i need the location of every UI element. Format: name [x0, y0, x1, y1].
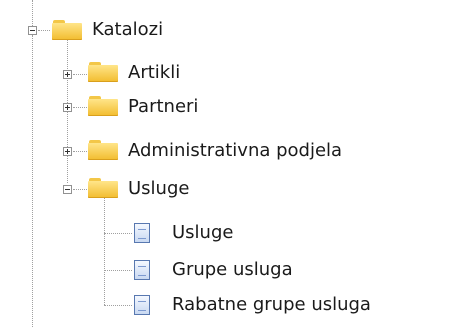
folder-icon — [52, 20, 82, 40]
tree-connector-h — [104, 305, 132, 306]
tree-node-label: Rabatne grupe usluga — [172, 294, 371, 315]
tree-connector-h — [73, 107, 87, 108]
collapse-toggle-icon[interactable] — [63, 185, 72, 194]
tree-node-label: Artikli — [128, 62, 181, 83]
tree-node-label: Katalozi — [92, 19, 164, 40]
tree-connector-h — [73, 189, 87, 190]
tree-connector-h — [104, 233, 132, 234]
tree-node-label: Grupe usluga — [172, 259, 293, 280]
tree-node-label: Partneri — [128, 96, 199, 117]
folder-icon — [88, 178, 118, 198]
expand-toggle-icon[interactable] — [63, 70, 72, 79]
document-icon — [134, 295, 150, 315]
tree-connector-root — [32, 36, 33, 327]
tree-node-label: Usluge — [128, 178, 190, 199]
tree-connector-h — [73, 151, 87, 152]
tree-connector-h — [104, 270, 132, 271]
collapse-toggle-icon[interactable] — [28, 26, 37, 35]
document-icon — [134, 223, 150, 243]
tree-node-label: Administrativna podjela — [128, 140, 343, 161]
document-icon — [134, 260, 150, 280]
tree-connector-h — [73, 74, 87, 75]
expand-toggle-icon[interactable] — [63, 147, 72, 156]
tree-connector-h — [38, 30, 50, 31]
tree-connector-level2 — [104, 193, 105, 305]
folder-icon — [88, 62, 118, 82]
expand-toggle-icon[interactable] — [63, 103, 72, 112]
tree-view: Katalozi Artikli Partneri Administrativn… — [0, 0, 475, 327]
tree-node-label: Usluge — [172, 222, 234, 243]
folder-icon — [88, 96, 118, 116]
folder-icon — [88, 140, 118, 160]
